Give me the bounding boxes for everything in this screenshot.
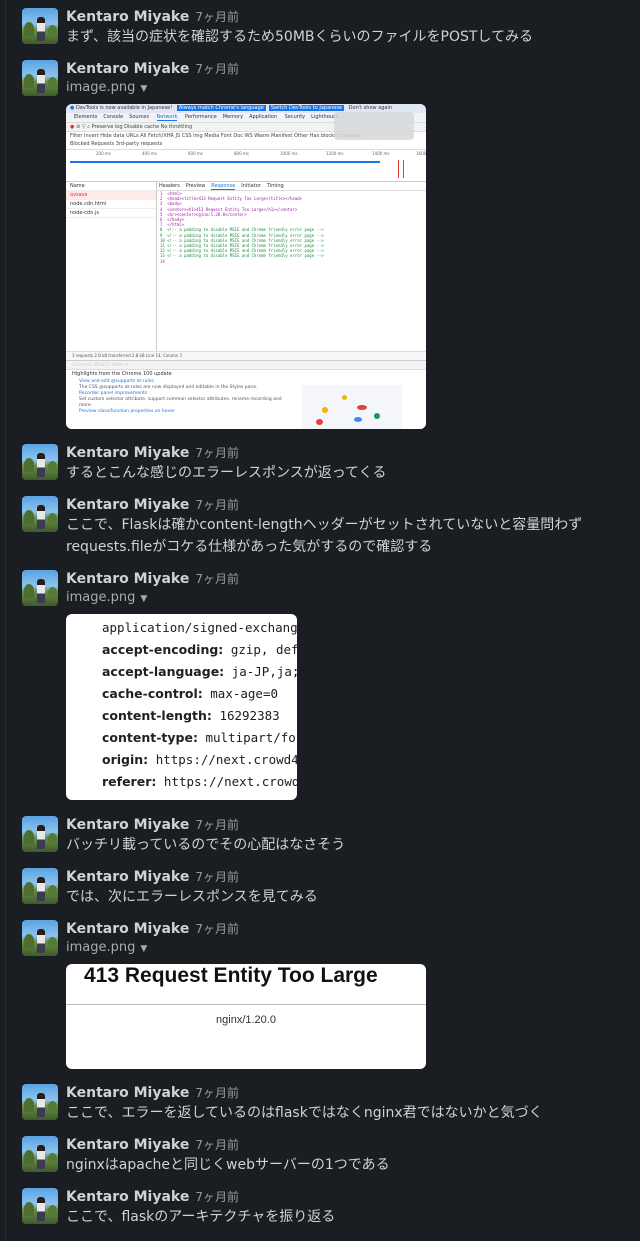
message: Kentaro Miyake 7ヶ月前 バッチリ載っているのでその心配はなさそう [22, 816, 622, 856]
timestamp[interactable]: 7ヶ月前 [195, 922, 239, 936]
author-name[interactable]: Kentaro Miyake [66, 869, 189, 885]
timestamp[interactable]: 7ヶ月前 [195, 572, 239, 586]
error-page-screenshot[interactable]: 413 Request Entity Too Large nginx/1.20.… [66, 964, 426, 1069]
message-text: ここで、flaskのアーキテクチャを振り返る [66, 1209, 336, 1225]
avatar[interactable] [22, 570, 58, 606]
author-name[interactable]: Kentaro Miyake [66, 921, 189, 937]
avatar[interactable] [22, 444, 58, 480]
request-headers-screenshot[interactable]: application/signed-exchange;v= accept-en… [66, 614, 297, 800]
file-name[interactable]: image.png ▼ [66, 590, 147, 605]
timestamp[interactable]: 7ヶ月前 [195, 1086, 239, 1100]
response-code: 1 <html> 2 <head><title>413 Request Entit… [160, 191, 324, 264]
avatar[interactable] [22, 1188, 58, 1224]
message-text: まず、該当の症状を確認するため50MBくらいのファイルをPOSTしてみる [66, 29, 533, 45]
info-icon: ● [70, 105, 75, 111]
message: Kentaro Miyake 7ヶ月前 image.png ▼ ● DevTools… [22, 60, 622, 432]
timestamp[interactable]: 7ヶ月前 [195, 10, 239, 24]
timestamp[interactable]: 7ヶ月前 [195, 446, 239, 460]
chevron-down-icon[interactable]: ▼ [140, 84, 147, 94]
message: Kentaro Miyake 7ヶ月前 ここで、flaskのアーキテクチャを振り返… [22, 1188, 622, 1228]
message: Kentaro Miyake 7ヶ月前 まず、該当の症状を確認するため50MBくら… [22, 8, 622, 48]
avatar[interactable] [22, 496, 58, 532]
message: Kentaro Miyake 7ヶ月前 ここで、Flaskは確かcontent-l… [22, 496, 622, 558]
chevron-down-icon[interactable]: ▼ [140, 594, 147, 604]
message-text: バッチリ載っているのでその心配はなさそう [66, 837, 346, 853]
avatar[interactable] [22, 816, 58, 852]
timestamp[interactable]: 7ヶ月前 [195, 1190, 239, 1204]
message: Kentaro Miyake 7ヶ月前 するとこんな感じのエラーレスポンスが返って… [22, 444, 622, 484]
avatar[interactable] [22, 60, 58, 96]
chrome-artwork [302, 385, 402, 429]
author-name[interactable]: Kentaro Miyake [66, 1189, 189, 1205]
message: Kentaro Miyake 7ヶ月前 nginxはapacheと同じくwebサー… [22, 1136, 622, 1176]
message: Kentaro Miyake 7ヶ月前 image.png ▼ applicatio… [22, 570, 622, 802]
network-timeline: 200 ms 400 ms 600 ms 800 ms 1000 ms 1200… [66, 150, 426, 182]
message: Kentaro Miyake 7ヶ月前 image.png ▼ 413 Reques… [22, 920, 622, 1072]
avatar[interactable] [22, 1084, 58, 1120]
author-name[interactable]: Kentaro Miyake [66, 61, 189, 77]
avatar[interactable] [22, 1136, 58, 1172]
file-name[interactable]: image.png ▼ [66, 80, 147, 95]
timestamp[interactable]: 7ヶ月前 [195, 498, 239, 512]
response-pane: Headers Preview Response Initiator Timing 1 … [157, 182, 426, 354]
message: Kentaro Miyake 7ヶ月前 では、次にエラーレスポンスを見てみる [22, 868, 622, 908]
author-name[interactable]: Kentaro Miyake [66, 1137, 189, 1153]
author-name[interactable]: Kentaro Miyake [66, 9, 189, 25]
chevron-down-icon[interactable]: ▼ [140, 944, 147, 954]
message-text: nginxはapacheと同じくwebサーバーの1つである [66, 1157, 390, 1173]
author-name[interactable]: Kentaro Miyake [66, 445, 189, 461]
message-text: するとこんな感じのエラーレスポンスが返ってくる [66, 465, 387, 481]
devtools-screenshot[interactable]: ● DevTools is now available in Japanese!… [66, 104, 426, 429]
status-bar: 3 requests 2.8 kB transferred 2.8 kB Lin… [66, 351, 426, 360]
timestamp[interactable]: 7ヶ月前 [195, 870, 239, 884]
file-name[interactable]: image.png ▼ [66, 940, 147, 955]
request-list: Name ovsavs node.cdn.html node-cdn.js [66, 182, 157, 354]
message: Kentaro Miyake 7ヶ月前 ここで、エラーを返しているのはflaskで… [22, 1084, 622, 1124]
timestamp[interactable]: 7ヶ月前 [195, 1138, 239, 1152]
author-name[interactable]: Kentaro Miyake [66, 817, 189, 833]
message-text: ここで、Flaskは確かcontent-lengthヘッダーがセットされていない… [66, 517, 583, 555]
avatar[interactable] [22, 8, 58, 44]
thread-divider [5, 0, 6, 1241]
author-name[interactable]: Kentaro Miyake [66, 1085, 189, 1101]
timestamp[interactable]: 7ヶ月前 [195, 818, 239, 832]
message-text: ここで、エラーを返しているのはflaskではなくnginx君ではないかと気づく [66, 1105, 543, 1121]
author-name[interactable]: Kentaro Miyake [66, 497, 189, 513]
timestamp[interactable]: 7ヶ月前 [195, 62, 239, 76]
author-name[interactable]: Kentaro Miyake [66, 571, 189, 587]
avatar[interactable] [22, 868, 58, 904]
message-text: では、次にエラーレスポンスを見てみる [66, 889, 318, 905]
avatar[interactable] [22, 920, 58, 956]
server-signature: nginx/1.20.0 [216, 1014, 276, 1026]
whats-new-drawer: Console What's New × Highlights from the… [66, 360, 426, 429]
error-title: 413 Request Entity Too Large [84, 964, 378, 987]
